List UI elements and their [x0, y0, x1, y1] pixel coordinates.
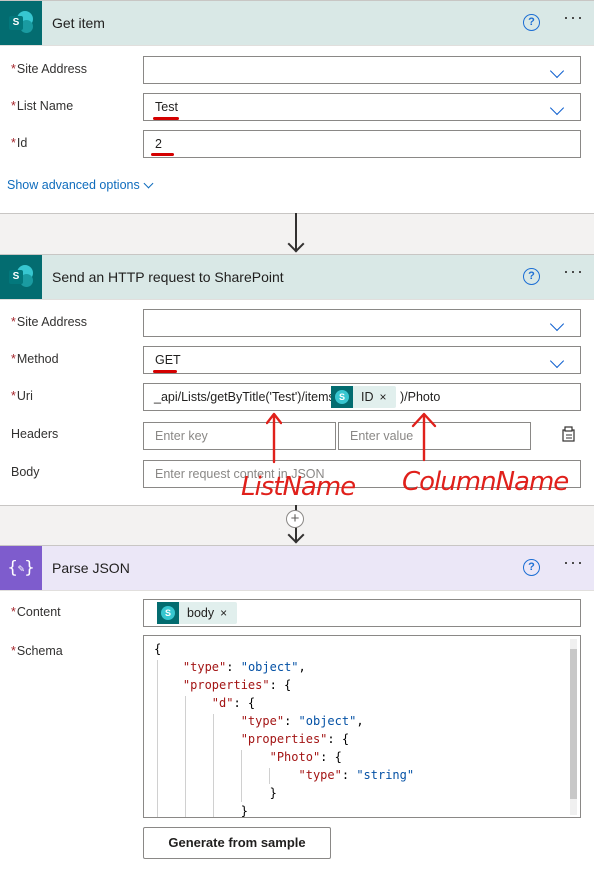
parse-json-title: Parse JSON [52, 560, 130, 576]
id-token[interactable]: S ID × [331, 386, 396, 408]
close-icon[interactable]: × [220, 606, 227, 620]
red-underline [153, 370, 177, 373]
uri-suffix-text: )/Photo [400, 390, 441, 404]
sharepoint-icon: S [0, 255, 42, 299]
annotation-arrow-icon [411, 412, 437, 462]
schema-line: "type": "object", [182, 660, 306, 674]
content-label: *Content [11, 605, 61, 619]
list-name-label: *List Name [11, 99, 74, 113]
schema-line: "properties": { [182, 678, 292, 692]
schema-line: "Photo": { [269, 750, 342, 764]
site-address-label: *Site Address [11, 62, 88, 76]
braces-icon: {✎} [0, 546, 42, 590]
add-step-button[interactable]: + [286, 510, 304, 528]
more-options-icon[interactable]: ··· [563, 7, 584, 28]
schema-line: "type": "string" [298, 768, 415, 782]
parse-json-header[interactable]: {✎} Parse JSON ? ··· [0, 546, 594, 591]
list-name-annotation: ListName [241, 472, 356, 502]
body-label: Body [11, 465, 40, 479]
schema-line: "properties": { [240, 732, 350, 746]
chevron-down-icon [549, 316, 565, 332]
content-input[interactable]: S body × [143, 599, 581, 627]
column-name-annotation: ColumnName [402, 467, 569, 497]
more-options-icon[interactable]: ··· [563, 552, 584, 573]
uri-prefix-text: _api/Lists/getByTitle('Test')/items( [154, 390, 339, 404]
red-underline [151, 153, 174, 156]
show-advanced-options-link[interactable]: Show advanced options [7, 178, 140, 192]
more-options-icon[interactable]: ··· [563, 261, 584, 282]
http-request-title: Send an HTTP request to SharePoint [52, 269, 284, 285]
schema-line: "type": "object", [240, 714, 364, 728]
chevron-down-icon[interactable] [143, 178, 154, 189]
schema-line: } [154, 786, 277, 800]
http-request-header[interactable]: S Send an HTTP request to SharePoint ? ·… [0, 255, 594, 300]
schema-scrollbar[interactable] [570, 639, 577, 815]
connector-arrow-icon [287, 235, 305, 253]
get-item-card: S Get item ? ··· *Site Address *List Nam… [0, 0, 594, 214]
get-item-title: Get item [52, 15, 105, 31]
body-token[interactable]: S body × [157, 602, 237, 624]
help-icon[interactable]: ? [523, 14, 540, 31]
sharepoint-icon: S [331, 386, 353, 408]
chevron-down-icon [549, 100, 565, 116]
schema-line: "d": { [211, 696, 256, 710]
uri-label: *Uri [11, 389, 33, 403]
schema-label: *Schema [11, 644, 63, 658]
site-address-label: *Site Address [11, 315, 88, 329]
schema-line: { [154, 642, 162, 656]
chevron-down-icon [549, 63, 565, 79]
uri-input[interactable]: _api/Lists/getByTitle('Test')/items( S I… [143, 383, 581, 411]
id-input[interactable]: 2 [143, 130, 581, 158]
close-icon[interactable]: × [380, 390, 387, 404]
site-address-dropdown[interactable] [143, 309, 581, 337]
connector-arrow-icon [287, 526, 305, 544]
method-label: *Method [11, 352, 59, 366]
help-icon[interactable]: ? [523, 559, 540, 576]
site-address-dropdown[interactable] [143, 56, 581, 84]
sharepoint-icon: S [0, 1, 42, 45]
switch-to-text-mode-icon[interactable] [561, 426, 577, 442]
annotation-arrow-icon [266, 412, 282, 464]
generate-from-sample-button[interactable]: Generate from sample [143, 827, 331, 859]
method-dropdown[interactable]: GET [143, 346, 581, 374]
header-key-input[interactable]: Enter key [143, 422, 336, 450]
schema-line: } [154, 804, 248, 818]
list-name-dropdown[interactable]: Test [143, 93, 581, 121]
help-icon[interactable]: ? [523, 268, 540, 285]
schema-editor[interactable]: { "type": "object", "properties": { "d":… [143, 635, 581, 818]
red-underline [153, 117, 179, 120]
sharepoint-icon: S [157, 602, 179, 624]
chevron-down-icon [549, 353, 565, 369]
id-label: *Id [11, 136, 28, 150]
headers-label: Headers [11, 427, 59, 441]
get-item-header[interactable]: S Get item ? ··· [0, 1, 594, 46]
